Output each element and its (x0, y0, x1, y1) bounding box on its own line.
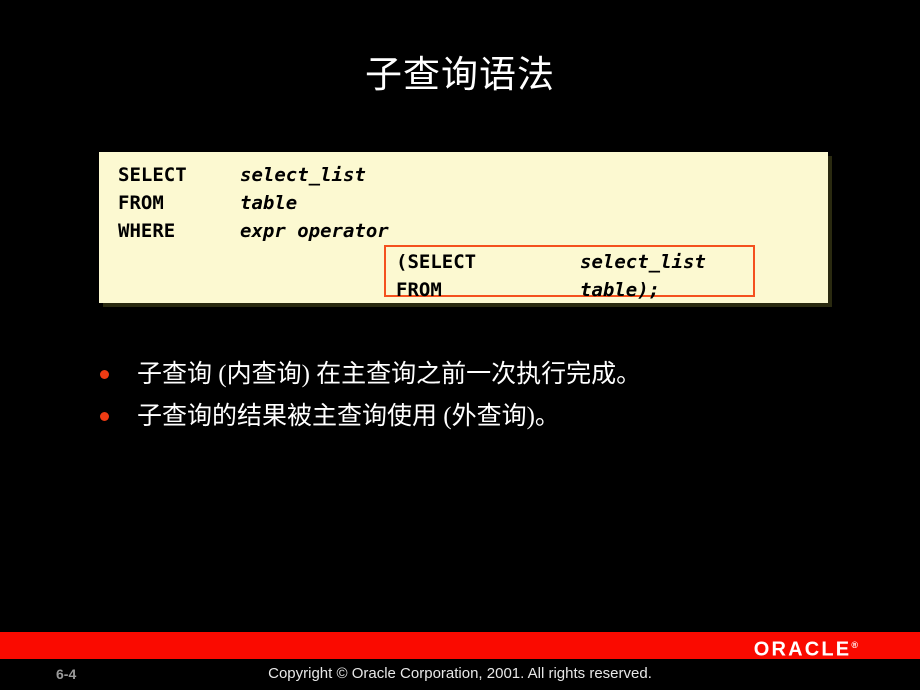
oracle-logo: ORACLE® (754, 634, 858, 661)
sql-param-select-list: select_list (240, 164, 366, 186)
code-block-shadow-right (828, 156, 832, 307)
slide-canvas: 子查询语法 SELECT select_list FROM table WHERE e… (0, 0, 920, 690)
code-line-from: FROM table (118, 194, 297, 213)
subquery-param-table: table); (580, 279, 661, 301)
sql-keyword-from: FROM (118, 192, 164, 214)
registered-trademark-icon: ® (851, 640, 858, 650)
sql-keyword-select: SELECT (118, 164, 187, 186)
sql-param-expr-operator: expr operator (240, 220, 389, 242)
sql-param-table: table (240, 192, 298, 214)
page-title: 子查询语法 (365, 55, 555, 96)
subquery-line-select: (SELECT select_list (396, 253, 706, 272)
bullet-dot-icon (100, 412, 109, 421)
code-line-where: WHERE expr operator (118, 222, 389, 241)
code-line-select: SELECT select_list (118, 166, 366, 185)
sql-syntax-code-block: SELECT select_list FROM table WHERE expr op… (99, 152, 832, 307)
bullet-dot-icon (100, 370, 109, 379)
subquery-keyword-select: (SELECT (396, 251, 477, 273)
sql-keyword-where: WHERE (118, 220, 176, 242)
bullet-list: 子查询 (内查询) 在主查询之前一次执行完成。 子查询的结果被主查询使用 (外查… (96, 358, 896, 442)
code-block-shadow-bottom (103, 303, 832, 307)
subquery-line-from: FROM table); (396, 281, 660, 300)
copyright-notice: Copyright © Oracle Corporation, 2001. Al… (268, 665, 652, 682)
list-item: 子查询 (内查询) 在主查询之前一次执行完成。 (96, 358, 896, 400)
list-item: 子查询的结果被主查询使用 (外查询)。 (96, 400, 896, 442)
bullet-text: 子查询 (内查询) 在主查询之前一次执行完成。 (137, 361, 642, 388)
bullet-text: 子查询的结果被主查询使用 (外查询)。 (137, 403, 560, 430)
oracle-logo-text: ORACLE (753, 638, 852, 661)
subquery-keyword-from: FROM (396, 279, 442, 301)
subquery-param-select-list: select_list (580, 251, 706, 273)
subquery-highlight-box: (SELECT select_list FROM table); (384, 245, 755, 300)
